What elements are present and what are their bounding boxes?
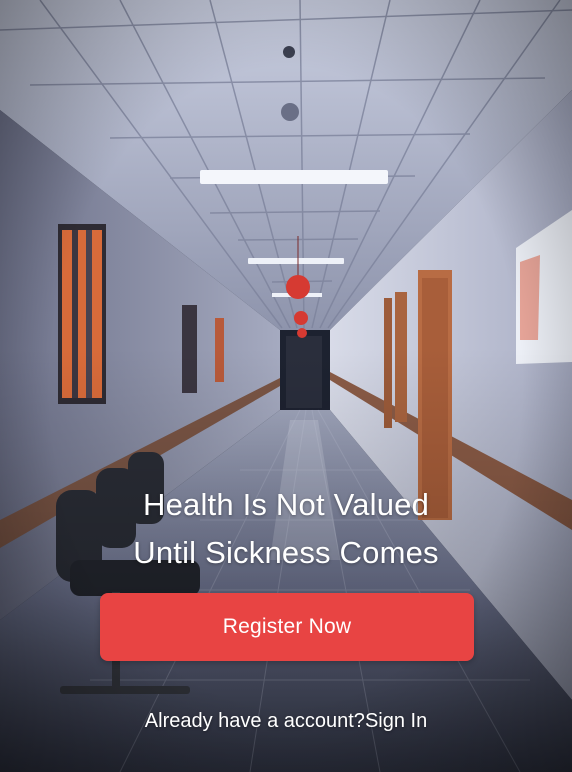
account-prompt-text: Already have a account? bbox=[144, 710, 365, 732]
tagline-line-1: Health Is Not Valued bbox=[142, 487, 430, 522]
sign-in-link[interactable]: Sign In bbox=[365, 710, 427, 732]
register-now-button[interactable]: Register Now bbox=[100, 593, 474, 661]
tagline-line-2: Until Sickness Comes bbox=[133, 535, 439, 570]
onboarding-screen: Health Is Not Valued Until Sickness Come… bbox=[0, 0, 572, 772]
signin-prompt: Already have a account?Sign In bbox=[0, 707, 572, 735]
